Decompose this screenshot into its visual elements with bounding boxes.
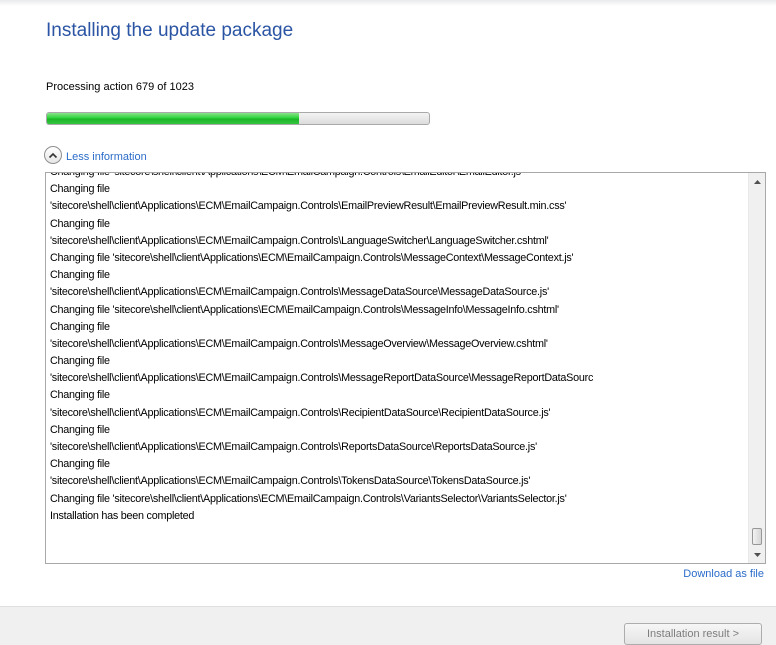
scroll-thumb[interactable] [752, 528, 762, 545]
scroll-up-icon[interactable] [749, 173, 765, 190]
log-line: Changing file [50, 389, 110, 402]
log-line: Changing file 'sitecore\shell\client\App… [50, 251, 574, 264]
top-edge [0, 0, 776, 6]
progress-bar [46, 112, 430, 125]
page-title: Installing the update package [46, 20, 294, 41]
log-line: Changing file [50, 183, 110, 196]
installation-log[interactable]: Changing file 'sitecore\shell\client\App… [45, 172, 766, 564]
log-line: Changing file 'sitecore\shell\client\App… [50, 303, 559, 316]
log-line: Changing file [50, 458, 110, 471]
log-line: Changing file 'sitecore\shell\client\App… [50, 173, 593, 181]
scroll-down-icon[interactable] [749, 546, 765, 563]
log-line: Changing file [50, 269, 110, 282]
progress-status-text: Processing action 679 of 1023 [46, 81, 194, 93]
log-line: 'sitecore\shell\client\Applications\ECM\… [50, 286, 549, 299]
log-line: Changing file [50, 217, 110, 230]
less-information-label[interactable]: Less information [66, 147, 147, 163]
log-line: Changing file [50, 423, 110, 436]
log-scrollbar[interactable] [748, 173, 765, 563]
log-line: Changing file [50, 320, 110, 333]
log-line: 'sitecore\shell\client\Applications\ECM\… [50, 337, 548, 350]
chevron-up-icon [48, 152, 58, 158]
log-line: Changing file 'sitecore\shell\client\App… [50, 492, 567, 505]
chevron-up-circle-icon[interactable] [44, 146, 62, 164]
download-as-file-link[interactable]: Download as file [683, 568, 764, 580]
install-wizard-page: Installing the update package Processing… [0, 0, 776, 645]
log-line: 'sitecore\shell\client\Applications\ECM\… [50, 441, 537, 453]
log-line: 'sitecore\shell\client\Applications\ECM\… [50, 234, 549, 247]
log-lines: Changing file 'sitecore\shell\client\App… [50, 173, 593, 525]
less-information-toggle[interactable]: Less information [44, 145, 147, 165]
log-line: 'sitecore\shell\client\Applications\ECM\… [50, 372, 594, 385]
log-line: 'sitecore\shell\client\Applications\ECM\… [50, 200, 567, 213]
log-line: 'sitecore\shell\client\Applications\ECM\… [50, 475, 531, 488]
log-line: Installation has been completed [50, 509, 195, 522]
installation-result-button[interactable]: Installation result > [624, 623, 762, 645]
log-content: Changing file 'sitecore\shell\client\App… [50, 173, 748, 563]
log-line: Changing file [50, 355, 110, 368]
progress-bar-fill [47, 113, 300, 124]
log-line: 'sitecore\shell\client\Applications\ECM\… [50, 406, 551, 419]
footer-bar: Installation result > [0, 606, 776, 645]
